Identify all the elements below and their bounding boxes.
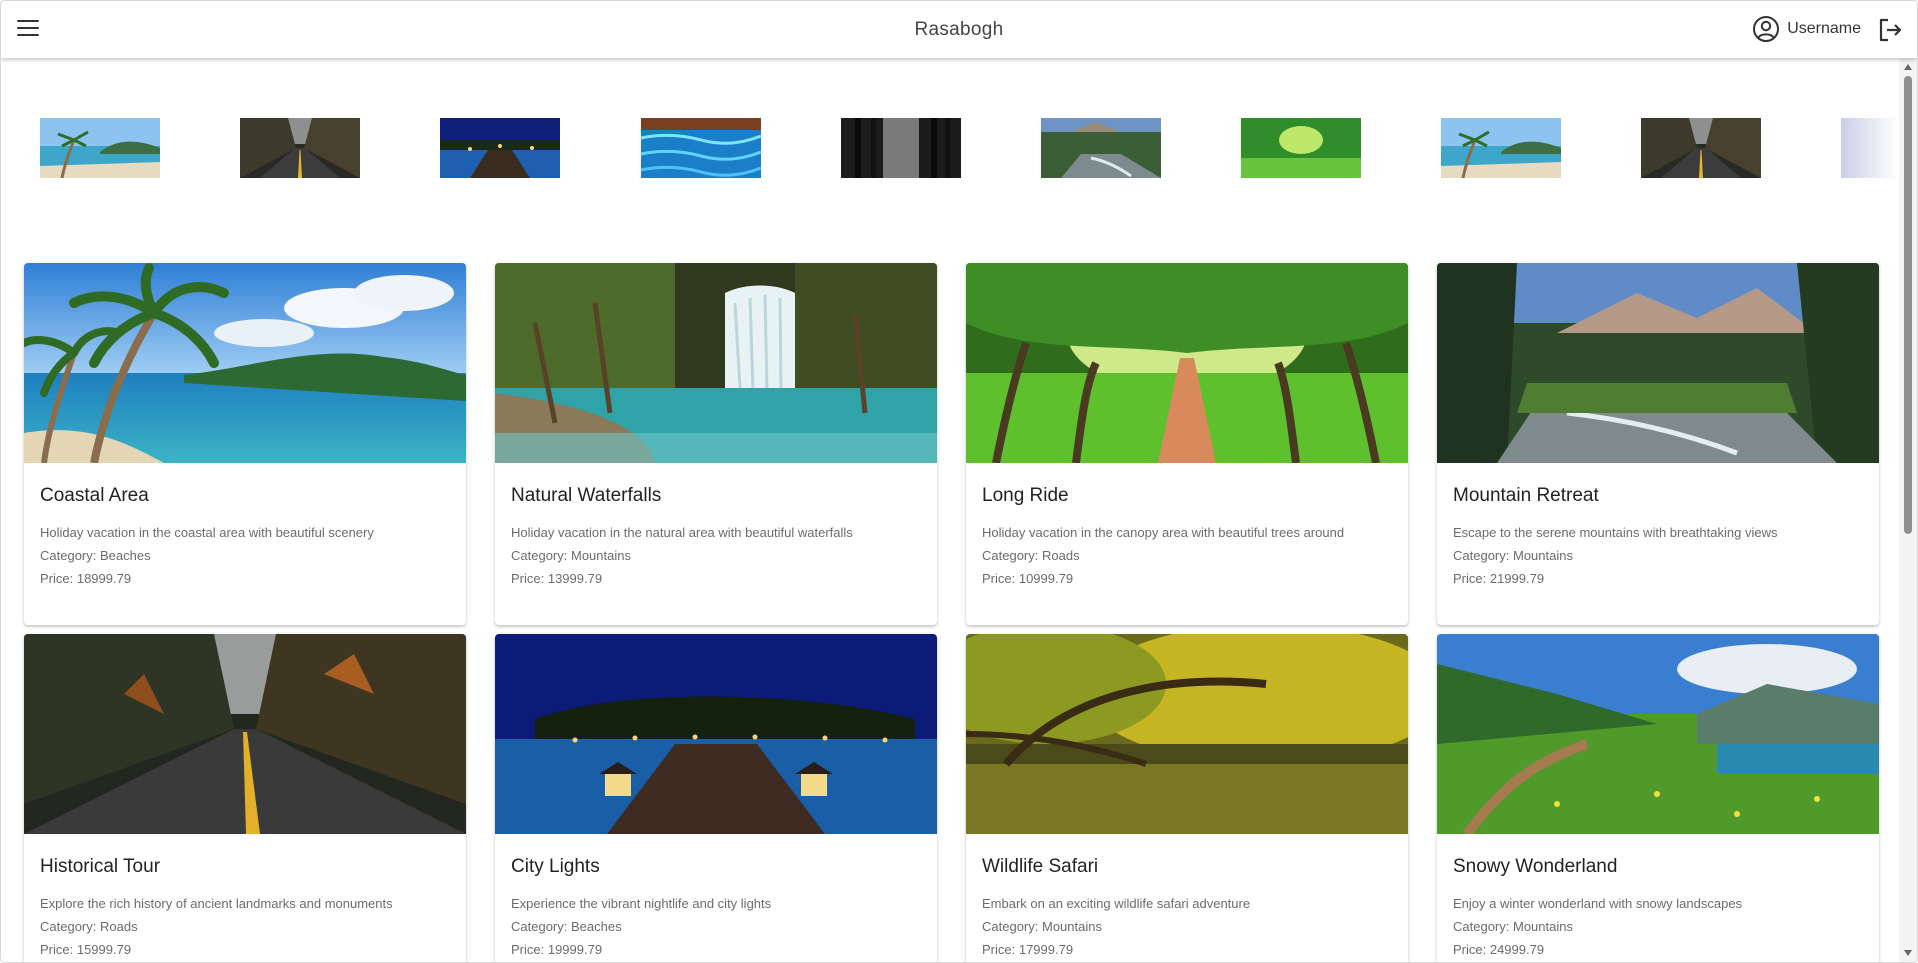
green-tree-tunnel-image	[1241, 118, 1361, 178]
card-description: Holiday vacation in the canopy area with…	[982, 525, 1345, 540]
card-price: Price: 18999.79	[40, 571, 132, 586]
historical-tour-image	[24, 634, 466, 834]
destination-card[interactable]: Mountain Retreat Escape to the serene mo…	[1437, 263, 1879, 625]
card-price: Price: 21999.79	[1453, 571, 1545, 586]
carousel-thumbnail[interactable]	[1241, 118, 1361, 178]
destination-card[interactable]: Wildlife Safari Embark on an exciting wi…	[966, 634, 1408, 962]
card-description: Embark on an exciting wildlife safari ad…	[982, 896, 1251, 911]
card-title: Snowy Wonderland	[1453, 856, 1618, 877]
card-category: Category: Beaches	[40, 548, 151, 563]
carousel-thumbnail[interactable]	[1041, 118, 1161, 178]
destination-card[interactable]: Coastal Area Holiday vacation in the coa…	[24, 263, 466, 625]
card-title: Wildlife Safari	[982, 856, 1099, 877]
carousel-thumbnail[interactable]	[40, 118, 160, 178]
card-description: Holiday vacation in the natural area wit…	[511, 525, 853, 540]
card-title: Natural Waterfalls	[511, 485, 662, 506]
card-category: Category: Mountains	[1453, 548, 1573, 563]
card-title: Historical Tour	[40, 856, 161, 877]
card-price: Price: 17999.79	[982, 942, 1074, 957]
blue-water-image	[641, 118, 761, 178]
natural-waterfalls-image	[495, 263, 937, 463]
destination-card[interactable]: Snowy Wonderland Enjoy a winter wonderla…	[1437, 634, 1879, 962]
destination-card[interactable]: Natural Waterfalls Holiday vacation in t…	[495, 263, 937, 625]
card-category: Category: Beaches	[511, 919, 622, 934]
city-lights-image	[495, 634, 937, 834]
coastal-area-image	[24, 263, 466, 463]
main-content: Coastal Area Holiday vacation in the coa…	[1, 58, 1899, 962]
card-title: Mountain Retreat	[1453, 485, 1599, 506]
snowy-wonderland-image	[1437, 634, 1879, 834]
carousel-thumbnail[interactable]	[240, 118, 360, 178]
card-price: Price: 13999.79	[511, 571, 603, 586]
app-window: Rasabogh Username Coastal Area Holiday v…	[0, 0, 1918, 963]
long-ride-image	[966, 263, 1408, 463]
destination-card[interactable]: Historical Tour Explore the rich history…	[24, 634, 466, 962]
card-description: Experience the vibrant nightlife and cit…	[511, 896, 772, 911]
card-description: Enjoy a winter wonderland with snowy lan…	[1453, 896, 1743, 911]
mountain-retreat-image	[1437, 263, 1879, 463]
card-description: Explore the rich history of ancient land…	[40, 896, 393, 911]
carousel-thumbnail[interactable]	[1641, 118, 1761, 178]
card-price: Price: 10999.79	[982, 571, 1074, 586]
card-title: City Lights	[511, 856, 600, 877]
card-title: Coastal Area	[40, 485, 149, 506]
scrollbar-thumb[interactable]	[1904, 76, 1912, 534]
carousel-thumbnail[interactable]	[1441, 118, 1561, 178]
card-category: Category: Mountains	[1453, 919, 1573, 934]
scroll-down-arrow-icon[interactable]	[1904, 950, 1912, 956]
scroll-up-arrow-icon[interactable]	[1904, 64, 1912, 70]
username-label: Username	[1787, 20, 1861, 37]
card-category: Category: Mountains	[511, 548, 631, 563]
carousel-thumbnail[interactable]	[440, 118, 560, 178]
card-title: Long Ride	[982, 485, 1069, 506]
account-circle-icon	[1753, 16, 1780, 42]
forest-road-image	[1641, 118, 1761, 178]
card-price: Price: 19999.79	[511, 942, 603, 957]
image-carousel[interactable]	[1, 118, 1899, 178]
destination-card[interactable]: City Lights Experience the vibrant night…	[495, 634, 937, 962]
destination-card[interactable]: Long Ride Holiday vacation in the canopy…	[966, 263, 1408, 625]
forest-road-image	[240, 118, 360, 178]
hamburger-menu-icon[interactable]	[15, 17, 41, 39]
wildlife-safari-image	[966, 634, 1408, 834]
vertical-scrollbar[interactable]	[1899, 58, 1917, 962]
card-price: Price: 24999.79	[1453, 942, 1545, 957]
dark-forest-image	[841, 118, 961, 178]
card-price: Price: 15999.79	[40, 942, 132, 957]
carousel-thumbnail[interactable]	[841, 118, 961, 178]
card-category: Category: Roads	[40, 919, 138, 934]
card-category: Category: Roads	[982, 548, 1080, 563]
carousel-thumbnail[interactable]	[1841, 118, 1899, 178]
faded-image	[1841, 118, 1899, 178]
user-menu[interactable]: Username	[1752, 15, 1861, 43]
mountain-river-image	[1041, 118, 1161, 178]
carousel-thumbnail[interactable]	[641, 118, 761, 178]
night-pier-image	[440, 118, 560, 178]
card-description: Holiday vacation in the coastal area wit…	[40, 525, 374, 540]
beach-palms-image	[40, 118, 160, 178]
app-bar: Rasabogh Username	[1, 1, 1917, 58]
app-title: Rasabogh	[914, 19, 1004, 40]
logout-icon[interactable]	[1877, 17, 1903, 43]
card-description: Escape to the serene mountains with brea…	[1453, 525, 1778, 540]
card-category: Category: Mountains	[982, 919, 1102, 934]
beach-palms-image	[1441, 118, 1561, 178]
